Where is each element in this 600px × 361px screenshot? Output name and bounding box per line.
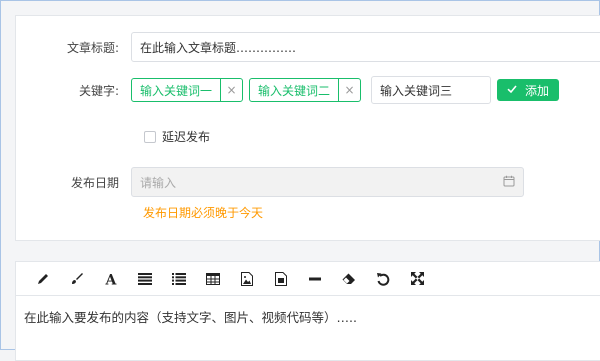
keyword-tag: 输入关键词一 ×: [131, 78, 244, 102]
table-icon[interactable]: [196, 267, 230, 291]
list-icon[interactable]: [162, 267, 196, 291]
keyword-input[interactable]: 输入关键词三: [371, 76, 492, 104]
title-label: 文章标题:: [66, 40, 119, 55]
keyword-tag-label: 输入关键词一: [140, 83, 213, 98]
fullscreen-icon[interactable]: [400, 267, 434, 291]
horizontal-rule-icon[interactable]: [298, 267, 332, 291]
rich-text-editor: A 在此输入要发布的内容（支持文字、图片、视频代码等）…..: [15, 261, 600, 361]
calendar-icon[interactable]: [503, 175, 515, 190]
eraser-icon[interactable]: [332, 267, 366, 291]
keyword-tag-label: 输入关键词二: [258, 83, 331, 98]
delay-checkbox[interactable]: [144, 130, 156, 143]
undo-icon[interactable]: [366, 267, 400, 291]
tag-close-icon[interactable]: ×: [220, 79, 242, 101]
title-row: 文章标题: 在此输入文章标题……………: [16, 32, 600, 62]
date-hint: 发布日期必须晚于今天: [143, 206, 264, 220]
date-placeholder: 请输入: [140, 175, 177, 190]
keywords-row: 关键字: 输入关键词一 × 输入关键词二 × 输入关键词三 添加: [16, 76, 560, 104]
keywords-label: 关键字:: [78, 83, 119, 98]
delay-row: 延迟发布: [144, 128, 210, 145]
pencil-icon[interactable]: [26, 267, 60, 291]
font-icon[interactable]: A: [94, 267, 128, 291]
article-form: 文章标题: 在此输入文章标题…………… 关键字: 输入关键词一 × 输入关键词二…: [15, 15, 600, 241]
app-frame: 文章标题: 在此输入文章标题…………… 关键字: 输入关键词一 × 输入关键词二…: [0, 0, 600, 361]
date-row: 发布日期 请输入: [16, 167, 524, 197]
add-button-label: 添加: [525, 83, 550, 98]
check-icon: [507, 83, 517, 97]
editor-content-text: 在此输入要发布的内容（支持文字、图片、视频代码等）…..: [24, 310, 357, 325]
keyword-tag: 输入关键词二 ×: [249, 78, 362, 102]
title-input-value: 在此输入文章标题……………: [140, 40, 297, 55]
align-justify-icon[interactable]: [128, 267, 162, 291]
editor-content[interactable]: 在此输入要发布的内容（支持文字、图片、视频代码等）…..: [16, 296, 600, 337]
brush-icon[interactable]: [60, 267, 94, 291]
image-icon[interactable]: [230, 267, 264, 291]
file-icon[interactable]: [264, 267, 298, 291]
date-label: 发布日期: [70, 175, 119, 190]
date-input[interactable]: 请输入: [131, 167, 524, 197]
delay-label: 延迟发布: [162, 130, 211, 144]
title-input[interactable]: 在此输入文章标题……………: [131, 32, 600, 62]
add-keyword-button[interactable]: 添加: [497, 79, 560, 101]
tag-close-icon[interactable]: ×: [338, 79, 360, 101]
svg-text:A: A: [105, 272, 118, 286]
keyword-input-value: 输入关键词三: [380, 83, 453, 98]
date-hint-row: 发布日期必须晚于今天: [143, 204, 263, 221]
editor-toolbar: A: [16, 262, 600, 296]
